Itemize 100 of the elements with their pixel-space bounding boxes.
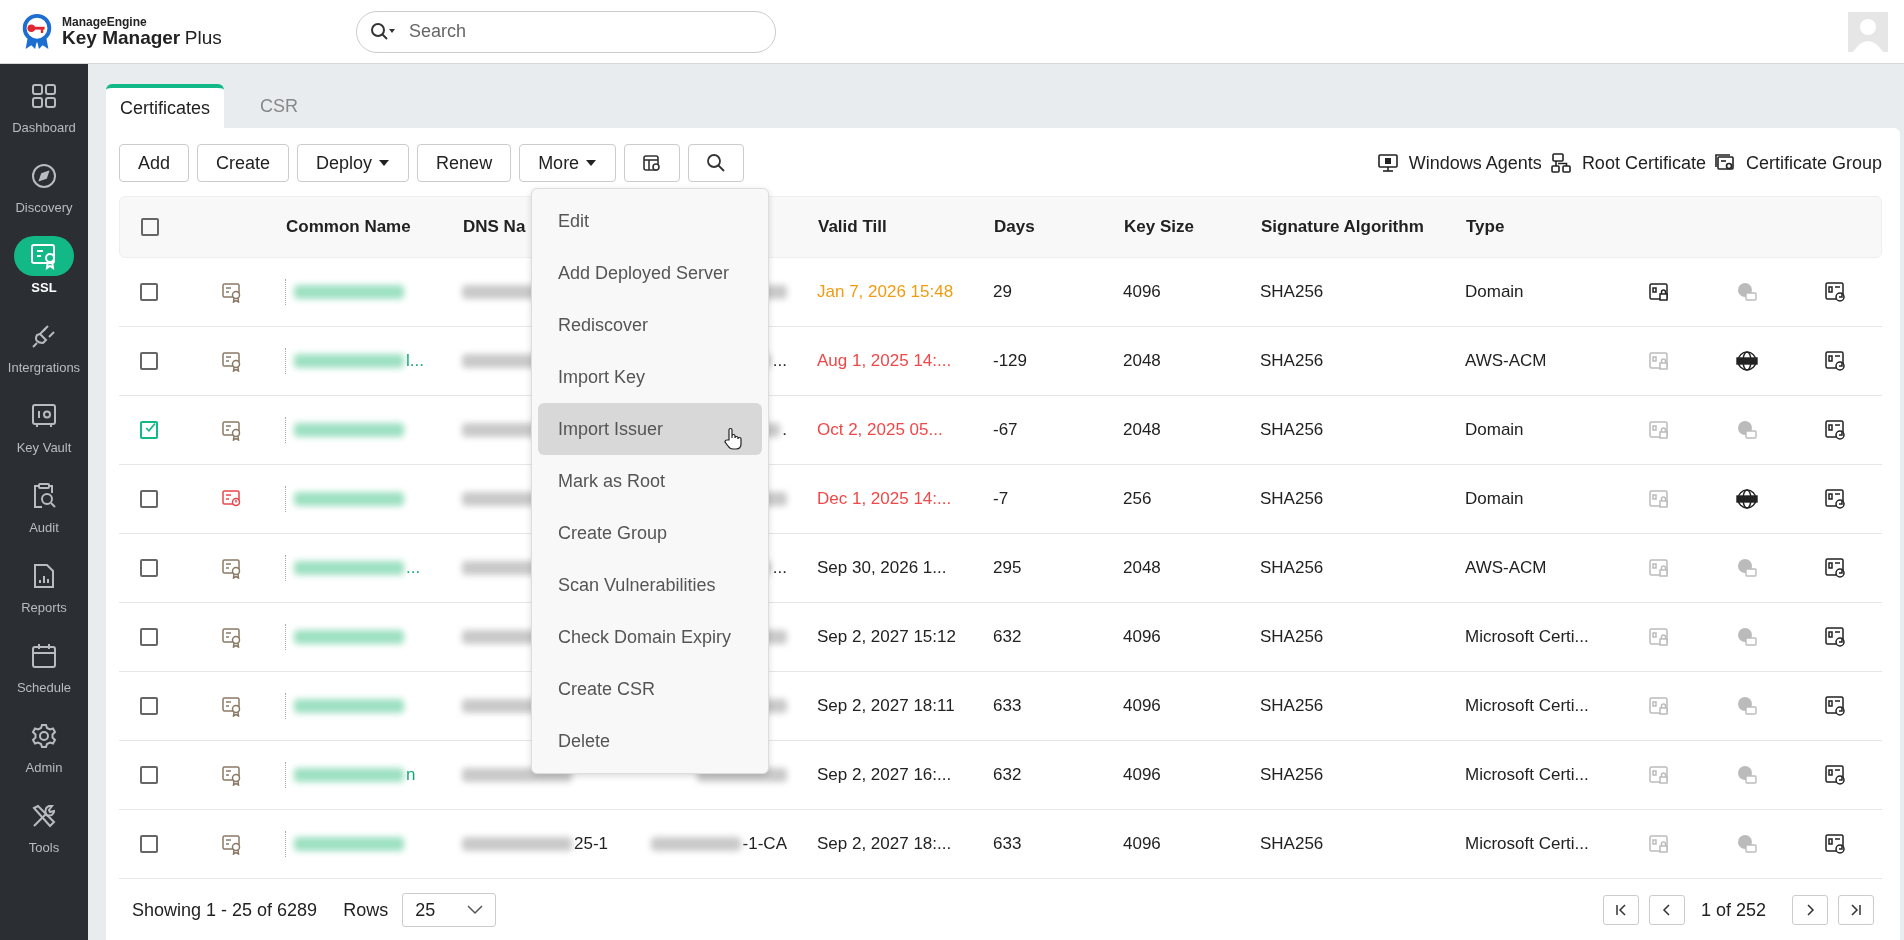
first-page-button[interactable]	[1602, 895, 1639, 925]
dns-globe-icon[interactable]	[1736, 488, 1758, 510]
toolbar-link[interactable]: Windows Agents	[1376, 152, 1542, 174]
table-cell-text: 4096	[1123, 696, 1162, 716]
compass-icon	[30, 162, 58, 190]
table-cell: ...	[772, 558, 787, 578]
table-cell-text: SHA256	[1260, 765, 1325, 785]
certificate-renew-icon[interactable]	[1824, 833, 1846, 855]
search-icon	[706, 153, 727, 173]
certificate-renew-icon[interactable]	[1824, 281, 1846, 303]
search-field[interactable]: Search	[356, 10, 776, 53]
column-header[interactable]: Signature Algorithm	[1261, 217, 1466, 237]
row-checkbox[interactable]	[140, 490, 158, 508]
grid-icon	[30, 82, 58, 110]
rows-dropdown[interactable]: 25	[402, 893, 497, 927]
certificate-renew-icon[interactable]	[1824, 419, 1846, 441]
search-button[interactable]	[688, 144, 745, 182]
sidebar-item[interactable]: Audit	[0, 476, 88, 548]
row-checkbox[interactable]	[140, 559, 158, 577]
table-cell-text: 4096	[1123, 834, 1162, 854]
table-cell-text: 4096	[1123, 627, 1162, 647]
sidebar-item[interactable]: Discovery	[0, 156, 88, 228]
toolbar-button[interactable]: Add	[119, 144, 190, 182]
table-cell-text: SHA256	[1260, 558, 1325, 578]
table-cell-text: 632	[993, 627, 1023, 647]
menu-item[interactable]: Edit	[538, 195, 762, 247]
last-page-button[interactable]	[1838, 895, 1874, 925]
previous-page-button[interactable]	[1648, 895, 1685, 925]
sidebar-item[interactable]: Reports	[0, 556, 88, 628]
table-cell-text: Microsoft Certi...	[1465, 696, 1590, 716]
row-checkbox[interactable]	[140, 697, 158, 715]
column-settings-button[interactable]	[624, 144, 681, 182]
toolbar-button[interactable]: Renew	[417, 144, 512, 182]
menu-item[interactable]: Rediscover	[538, 299, 762, 351]
row-checkbox[interactable]	[140, 352, 158, 370]
row-checkbox[interactable]	[140, 766, 158, 784]
toolbar-button[interactable]: Create	[197, 144, 290, 182]
tab[interactable]: Certificates	[106, 84, 225, 128]
column-header[interactable]: Type	[1466, 217, 1616, 237]
table-cell-text: -67	[993, 420, 1019, 440]
sidebar-item[interactable]: Schedule	[0, 636, 88, 708]
menu-item[interactable]: Add Deployed Server	[538, 247, 762, 299]
table-cell-text: 29	[993, 282, 1013, 302]
sidebar-item[interactable]: SSL	[0, 236, 88, 308]
menu-item[interactable]: Delete	[538, 715, 762, 767]
menu-item[interactable]: Import Issuer	[538, 403, 762, 455]
table-cell-text: -129	[993, 351, 1029, 371]
table-cell-text: SHA256	[1260, 420, 1325, 440]
certificate-renew-icon[interactable]	[1824, 488, 1846, 510]
certificate-lock-icon[interactable]	[1648, 281, 1670, 303]
table-cell-text: Jan 7, 2026 15:48	[817, 282, 955, 302]
certificate-renew-icon[interactable]	[1824, 557, 1846, 579]
table-cell-text: 295	[993, 558, 1023, 578]
toolbar-button[interactable]: Deploy	[297, 144, 410, 182]
column-header[interactable]: Common Name	[286, 217, 463, 237]
next-page-button[interactable]	[1792, 895, 1828, 925]
table-cell-text: SHA256	[1260, 351, 1325, 371]
table-cell-text: AWS-ACM	[1465, 558, 1548, 578]
toolbar-link[interactable]: Certificate Group	[1713, 152, 1882, 174]
sidebar-item[interactable]: Intergrations	[0, 316, 88, 388]
sidebar-item[interactable]: Key Vault	[0, 396, 88, 468]
table-cell-text: Sep 30, 2026 1...	[817, 558, 948, 578]
sidebar-item[interactable]: Dashboard	[0, 76, 88, 148]
certificate-renew-icon[interactable]	[1824, 626, 1846, 648]
last-page-icon	[1849, 903, 1863, 917]
table-cell-text: 4096	[1123, 765, 1162, 785]
menu-item[interactable]: Scan Vulnerabilities	[538, 559, 762, 611]
sidebar-item[interactable]: Admin	[0, 716, 88, 788]
table-cell-text: 633	[993, 834, 1023, 854]
row-checkbox[interactable]	[140, 283, 158, 301]
select-all-checkbox[interactable]	[141, 218, 159, 236]
table-cell-text: SHA256	[1260, 834, 1325, 854]
menu-item[interactable]: Create Group	[538, 507, 762, 559]
table-cell-text: Sep 2, 2027 15:12	[817, 627, 957, 647]
sidebar-item[interactable]: Tools	[0, 796, 88, 868]
product-edition: Plus	[184, 27, 222, 48]
table-cell-text: Oct 2, 2025 05...	[817, 420, 944, 440]
table-cell-text: SHA256	[1260, 627, 1325, 647]
column-header[interactable]: Valid Till	[818, 217, 994, 237]
column-header[interactable]: Days	[994, 217, 1124, 237]
menu-item[interactable]: Create CSR	[538, 663, 762, 715]
menu-item[interactable]: Import Key	[538, 351, 762, 403]
menu-item[interactable]: Check Domain Expiry	[538, 611, 762, 663]
toolbar-button[interactable]: More	[519, 144, 617, 182]
certificate-renew-icon[interactable]	[1824, 764, 1846, 786]
row-checkbox[interactable]	[140, 835, 158, 853]
row-checkbox[interactable]	[140, 628, 158, 646]
dns-globe-icon[interactable]	[1736, 350, 1758, 372]
row-checkbox[interactable]	[140, 421, 158, 439]
calendar-icon	[30, 642, 58, 670]
settings-icon	[30, 722, 58, 750]
table-cell-text: 633	[993, 696, 1023, 716]
search-icon[interactable]	[370, 21, 396, 42]
column-header[interactable]: Key Size	[1124, 217, 1261, 237]
table-cell: -1-CA	[742, 834, 787, 854]
table-cell-text: AWS-ACM	[1465, 351, 1548, 371]
certificate-renew-icon[interactable]	[1824, 695, 1846, 717]
certificate-renew-icon[interactable]	[1824, 350, 1846, 372]
toolbar-link[interactable]: Root Certificate	[1549, 152, 1706, 174]
menu-item[interactable]: Mark as Root	[538, 455, 762, 507]
